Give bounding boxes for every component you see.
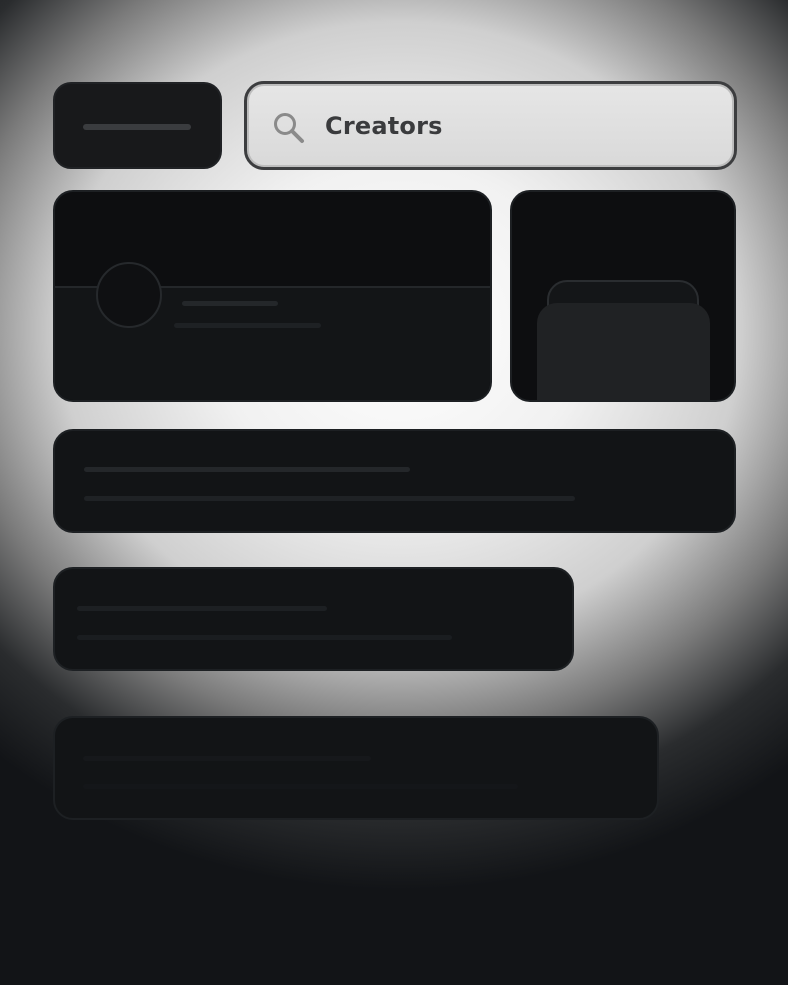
- profile-card[interactable]: [53, 190, 492, 402]
- media-card[interactable]: [510, 190, 736, 402]
- avatar-placeholder: [96, 262, 162, 328]
- profile-subtitle-placeholder: [174, 323, 321, 328]
- list-item-subtitle-placeholder: [77, 635, 452, 640]
- profile-name-placeholder: [182, 301, 278, 306]
- search-field[interactable]: Creators: [244, 81, 737, 170]
- menu-line-icon: [83, 124, 191, 130]
- list-item-subtitle-placeholder: [83, 784, 518, 789]
- list-item[interactable]: [53, 716, 659, 820]
- list-item[interactable]: [53, 567, 574, 671]
- list-item-subtitle-placeholder: [84, 496, 575, 501]
- search-input-value: Creators: [325, 112, 443, 140]
- list-item-title-placeholder: [77, 606, 327, 611]
- search-icon: [274, 113, 304, 143]
- menu-button[interactable]: [53, 82, 222, 169]
- stacked-card-front: [537, 303, 710, 400]
- page: Creators: [0, 0, 788, 985]
- list-item[interactable]: [53, 429, 736, 533]
- list-item-title-placeholder: [83, 756, 371, 761]
- list-item-title-placeholder: [84, 467, 410, 472]
